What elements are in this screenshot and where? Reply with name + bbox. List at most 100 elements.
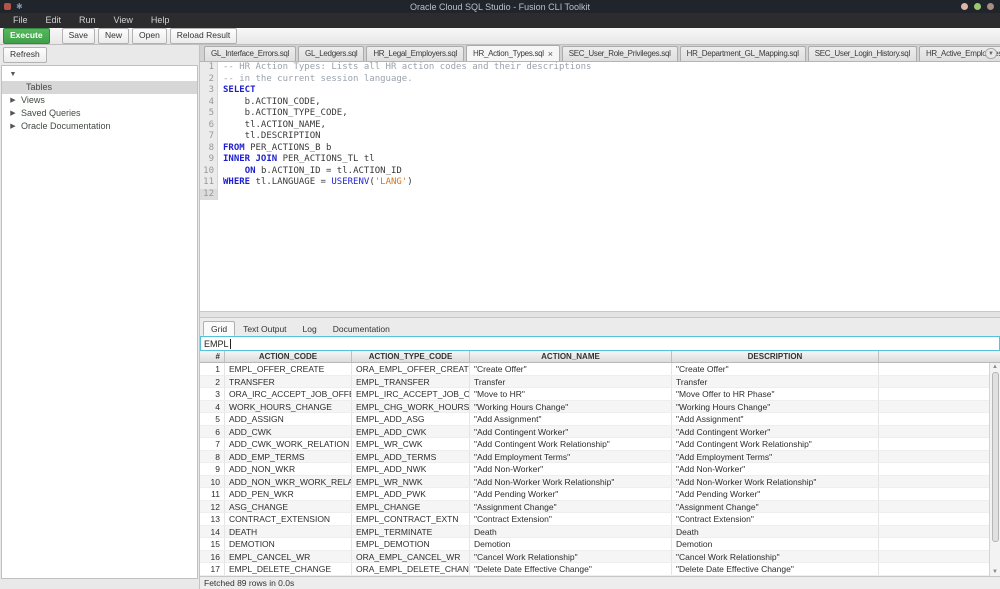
table-cell: "Delete Date Effective Change" xyxy=(672,563,879,575)
table-row[interactable]: 1EMPL_OFFER_CREATEORA_EMPL_OFFER_CREATE"… xyxy=(200,363,1000,376)
code-text: FROM PER_ACTIONS_B b xyxy=(218,143,331,155)
table-cell: "Add Assignment" xyxy=(470,413,672,425)
maximize-button[interactable] xyxy=(974,3,981,10)
table-cell: 14 xyxy=(200,526,225,538)
table-cell: ADD_CWK xyxy=(225,426,352,438)
code-line: 8FROM PER_ACTIONS_B b xyxy=(200,143,1000,155)
table-row[interactable]: 3ORA_IRC_ACCEPT_JOB_OFFEREMPL_IRC_ACCEPT… xyxy=(200,388,1000,401)
main-area: Refresh ▼ Tables▶Views▶Saved Queries▶Orac… xyxy=(0,45,1000,589)
chevron-down-icon[interactable]: ▼ xyxy=(9,68,17,81)
table-row[interactable]: 16EMPL_CANCEL_WRORA_EMPL_CANCEL_WR"Cance… xyxy=(200,551,1000,564)
tab-hr-legal-employers-sql[interactable]: HR_Legal_Employers.sql xyxy=(366,46,464,61)
output-tab-grid[interactable]: Grid xyxy=(203,321,235,336)
execute-button[interactable]: Execute xyxy=(3,28,50,44)
table-row[interactable]: 17EMPL_DELETE_CHANGEORA_EMPL_DELETE_CHAN… xyxy=(200,563,1000,576)
close-button[interactable] xyxy=(987,3,994,10)
tree-item-oracle-documentation[interactable]: ▶Oracle Documentation xyxy=(2,120,197,133)
tab-sec-user-login-history-sql[interactable]: SEC_User_Login_History.sql xyxy=(808,46,917,61)
tab-label: HR_Legal_Employers.sql xyxy=(373,47,457,61)
table-row[interactable]: 14DEATHEMPL_TERMINATEDeathDeath xyxy=(200,526,1000,539)
table-cell-filler xyxy=(879,463,1000,475)
table-row[interactable]: 6ADD_CWKEMPL_ADD_CWK"Add Contingent Work… xyxy=(200,426,1000,439)
table-row[interactable]: 10ADD_NON_WKR_WORK_RELATIONEMPL_WR_NWK"A… xyxy=(200,476,1000,489)
output-tab-bar: GridText OutputLogDocumentation xyxy=(200,318,1000,336)
save-button[interactable]: Save xyxy=(62,28,95,44)
chevron-right-icon[interactable]: ▶ xyxy=(9,107,17,120)
tab-hr-action-types-sql[interactable]: HR_Action_Types.sql × xyxy=(466,45,560,61)
table-cell: ADD_CWK_WORK_RELATION xyxy=(225,438,352,450)
table-cell: ADD_PEN_WKR xyxy=(225,488,352,500)
grid-body: 1EMPL_OFFER_CREATEORA_EMPL_OFFER_CREATE"… xyxy=(200,363,1000,576)
refresh-button[interactable]: Refresh xyxy=(3,47,47,63)
line-number: 8 xyxy=(200,143,218,155)
table-cell-filler xyxy=(879,501,1000,513)
table-cell-filler xyxy=(879,363,1000,375)
table-row[interactable]: 7ADD_CWK_WORK_RELATIONEMPL_WR_CWK"Add Co… xyxy=(200,438,1000,451)
tab-label: HR_Action_Types.sql xyxy=(473,47,544,61)
column-header-row-number[interactable]: # xyxy=(200,351,225,362)
reload-result-button[interactable]: Reload Result xyxy=(170,28,237,44)
table-cell: 7 xyxy=(200,438,225,450)
tab-gl-interface-errors-sql[interactable]: GL_Interface_Errors.sql xyxy=(204,46,296,61)
table-row[interactable]: 2TRANSFEREMPL_TRANSFERTransferTransfer xyxy=(200,376,1000,389)
new-button[interactable]: New xyxy=(98,28,129,44)
table-row[interactable]: 11ADD_PEN_WKREMPL_ADD_PWK"Add Pending Wo… xyxy=(200,488,1000,501)
scrollbar-thumb[interactable] xyxy=(992,372,999,542)
table-cell: 10 xyxy=(200,476,225,488)
table-cell: "Contract Extension" xyxy=(470,513,672,525)
minimize-button[interactable] xyxy=(961,3,968,10)
table-row[interactable]: 9ADD_NON_WKREMPL_ADD_NWK"Add Non-Worker"… xyxy=(200,463,1000,476)
scroll-down-icon[interactable]: ▼ xyxy=(992,568,998,576)
table-row[interactable]: 13CONTRACT_EXTENSIONEMPL_CONTRACT_EXTN"C… xyxy=(200,513,1000,526)
tab-hr-department-gl-mapping-sql[interactable]: HR_Department_GL_Mapping.sql xyxy=(680,46,806,61)
column-header-description[interactable]: DESCRIPTION xyxy=(672,351,879,362)
tree-item-tables[interactable]: Tables xyxy=(2,81,197,94)
menu-view[interactable]: View xyxy=(105,13,142,28)
menu-file[interactable]: File xyxy=(4,13,37,28)
column-header-action_type_code[interactable]: ACTION_TYPE_CODE xyxy=(352,351,470,362)
table-row[interactable]: 4WORK_HOURS_CHANGEEMPL_CHG_WORK_HOURS"Wo… xyxy=(200,401,1000,414)
tab-overflow-button[interactable]: ▼ xyxy=(985,48,997,59)
chevron-right-icon[interactable]: ▶ xyxy=(9,120,17,133)
column-header-action_name[interactable]: ACTION_NAME xyxy=(470,351,672,362)
line-number: 11 xyxy=(200,177,218,189)
table-cell: EMPL_WR_CWK xyxy=(352,438,470,450)
sql-editor[interactable]: 1-- HR Action Types: Lists all HR action… xyxy=(200,62,1000,311)
table-row[interactable]: 5ADD_ASSIGNEMPL_ADD_ASG"Add Assignment""… xyxy=(200,413,1000,426)
chevron-right-icon[interactable]: ▶ xyxy=(9,94,17,107)
tree-item-root[interactable]: ▼ xyxy=(2,68,197,81)
grid-filter-input[interactable]: EMPL xyxy=(200,336,1000,351)
tab-gl-ledgers-sql[interactable]: GL_Ledgers.sql xyxy=(298,46,364,61)
table-row[interactable]: 8ADD_EMP_TERMSEMPL_ADD_TERMS"Add Employm… xyxy=(200,451,1000,464)
output-tab-log[interactable]: Log xyxy=(295,321,325,336)
vertical-scrollbar[interactable]: ▲ ▼ xyxy=(989,363,1000,576)
scroll-up-icon[interactable]: ▲ xyxy=(992,363,998,371)
code-text xyxy=(218,189,223,201)
table-row[interactable]: 12ASG_CHANGEEMPL_CHANGE"Assignment Chang… xyxy=(200,501,1000,514)
table-row[interactable]: 15DEMOTIONEMPL_DEMOTIONDemotionDemotion xyxy=(200,538,1000,551)
tree-item-views[interactable]: ▶Views xyxy=(2,94,197,107)
open-button[interactable]: Open xyxy=(132,28,167,44)
tab-label: HR_Department_GL_Mapping.sql xyxy=(687,47,799,61)
output-tab-documentation[interactable]: Documentation xyxy=(325,321,398,336)
table-cell: Demotion xyxy=(672,538,879,550)
menu-edit[interactable]: Edit xyxy=(37,13,71,28)
table-cell: 1 xyxy=(200,363,225,375)
table-cell: "Add Assignment" xyxy=(672,413,879,425)
menu-help[interactable]: Help xyxy=(142,13,179,28)
tree-item-saved-queries[interactable]: ▶Saved Queries xyxy=(2,107,197,120)
tree-item-label: Tables xyxy=(22,81,52,94)
panel-splitter[interactable] xyxy=(200,311,1000,318)
table-cell: EMPL_TRANSFER xyxy=(352,376,470,388)
close-icon[interactable]: × xyxy=(548,47,553,61)
grid-header: #ACTION_CODEACTION_TYPE_CODEACTION_NAMED… xyxy=(200,351,1000,363)
output-tab-text-output[interactable]: Text Output xyxy=(235,321,294,336)
object-tree: ▼ Tables▶Views▶Saved Queries▶Oracle Docum… xyxy=(1,65,198,580)
menu-run[interactable]: Run xyxy=(70,13,105,28)
table-cell: EMPL_CHANGE xyxy=(352,501,470,513)
code-line: 6 tl.ACTION_NAME, xyxy=(200,120,1000,132)
table-cell: ADD_NON_WKR_WORK_RELATION xyxy=(225,476,352,488)
tab-sec-user-role-privileges-sql[interactable]: SEC_User_Role_Privileges.sql xyxy=(562,46,678,61)
column-header-action_code[interactable]: ACTION_CODE xyxy=(225,351,352,362)
table-cell: 5 xyxy=(200,413,225,425)
